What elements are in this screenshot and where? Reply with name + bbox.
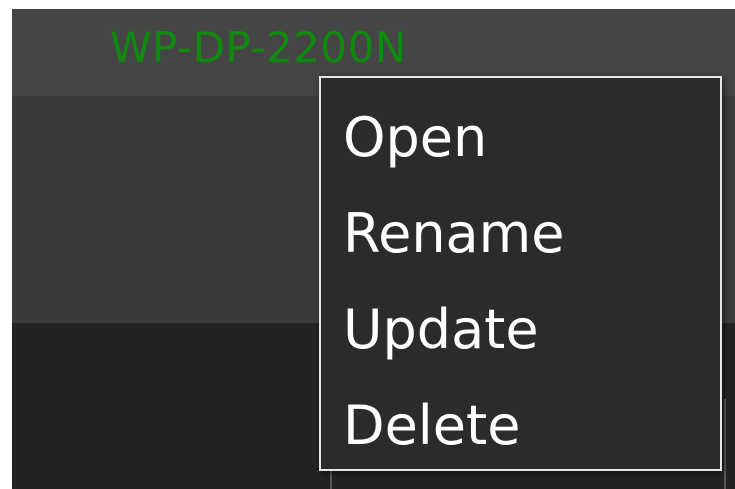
menu-item-rename[interactable]: Rename	[321, 189, 720, 279]
column-divider	[330, 469, 332, 489]
column-divider	[724, 399, 726, 489]
menu-item-open[interactable]: Open	[321, 93, 720, 183]
menu-item-update[interactable]: Update	[321, 285, 720, 375]
menu-item-delete[interactable]: Delete	[321, 381, 720, 471]
device-name: WP-DP-2200N	[110, 23, 407, 72]
context-menu: Open Rename Update Delete	[319, 76, 722, 471]
